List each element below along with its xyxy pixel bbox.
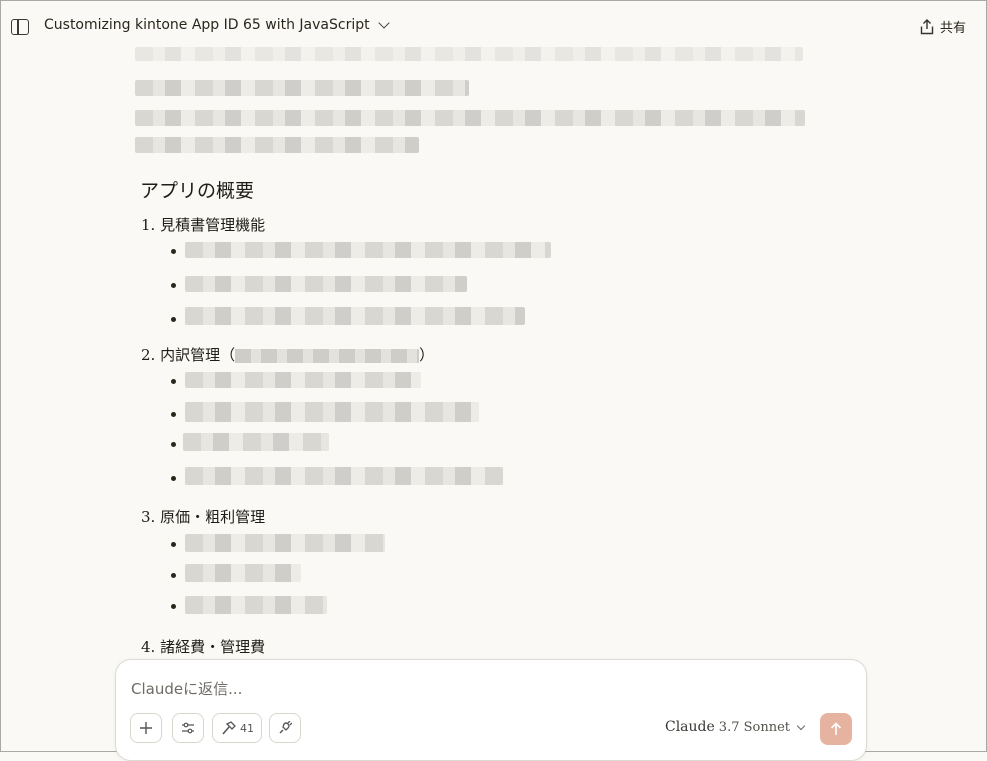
blurred-text <box>183 433 329 451</box>
sliders-icon <box>182 722 194 734</box>
list-item-heading: 3. 原価・粗利管理 <box>141 508 266 526</box>
share-icon <box>920 18 934 34</box>
blurred-text <box>185 534 385 552</box>
message-composer[interactable]: Claudeに返信... 41 Claude 3.7 Sonnet <box>115 659 867 761</box>
section-heading: アプリの概要 <box>140 180 255 202</box>
arrow-up-icon <box>830 722 842 735</box>
conversation-title[interactable]: Customizing kintone App ID 65 with JavaS… <box>44 17 390 33</box>
share-button[interactable]: 共有 <box>920 17 966 36</box>
list-item-label-suffix: ） <box>419 346 435 364</box>
chevron-down-icon <box>796 721 806 730</box>
bullet <box>171 573 176 578</box>
blurred-text <box>185 467 503 485</box>
blurred-text <box>135 137 419 153</box>
blurred-text <box>185 276 467 292</box>
blurred-text <box>135 47 803 61</box>
sidebar-toggle-icon[interactable] <box>11 19 29 35</box>
tools-button[interactable]: 41 <box>212 713 262 743</box>
blurred-text <box>185 307 525 325</box>
blurred-text <box>185 242 551 258</box>
plug-icon <box>279 721 292 734</box>
model-selector[interactable]: Claude 3.7 Sonnet <box>664 719 806 735</box>
bullet <box>171 604 176 609</box>
chevron-down-icon <box>377 17 390 29</box>
model-name: Claude <box>664 719 715 735</box>
integrations-button[interactable] <box>269 713 301 743</box>
blurred-text <box>135 80 469 96</box>
conversation-title-text: Customizing kintone App ID 65 with JavaS… <box>44 17 370 33</box>
composer-input[interactable]: Claudeに返信... <box>131 678 242 699</box>
bullet <box>171 283 176 288</box>
model-version: 3.7 Sonnet <box>718 719 790 735</box>
share-label: 共有 <box>939 21 966 36</box>
list-item-heading: 2. 内訳管理（ ） <box>141 344 434 365</box>
bullet <box>171 379 176 384</box>
blurred-text <box>185 372 421 388</box>
list-item-label: 2. 内訳管理（ <box>141 346 236 364</box>
blurred-text <box>135 110 805 126</box>
plus-icon <box>140 722 152 734</box>
hammer-icon <box>222 721 236 735</box>
tools-count: 41 <box>240 721 254 735</box>
add-attachment-button[interactable] <box>130 713 162 743</box>
bullet <box>171 317 176 322</box>
blurred-text <box>235 349 420 363</box>
blurred-text <box>185 402 479 422</box>
bullet <box>171 442 176 447</box>
bullet <box>171 249 176 254</box>
settings-button[interactable] <box>172 713 204 743</box>
blurred-text <box>185 596 327 614</box>
bullet <box>171 412 176 417</box>
list-item-heading: 1. 見積書管理機能 <box>141 216 266 234</box>
bullet <box>171 476 176 481</box>
blurred-text <box>185 564 301 582</box>
bullet <box>171 542 176 547</box>
list-item-heading: 4. 諸経費・管理費 <box>141 638 266 656</box>
send-button[interactable] <box>820 713 852 745</box>
